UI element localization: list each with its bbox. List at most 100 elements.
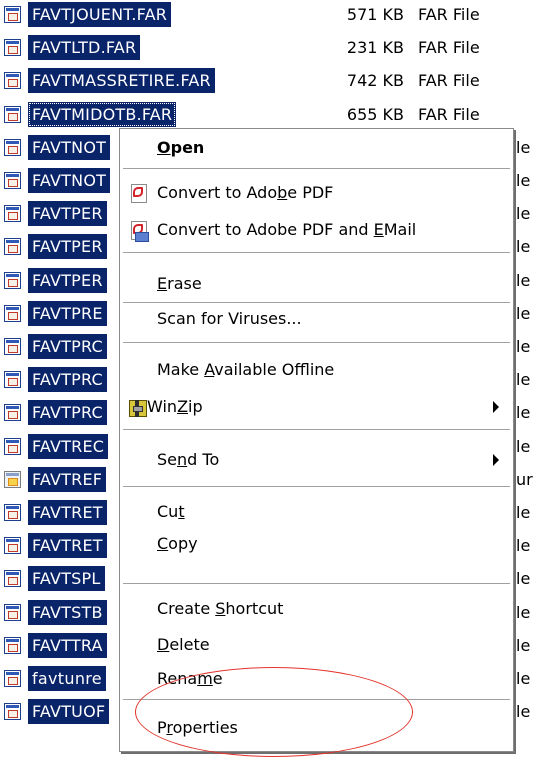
- menu-item-copy[interactable]: Copy: [120, 529, 513, 559]
- file-type: le: [516, 171, 531, 190]
- submenu-arrow-icon: [493, 401, 499, 413]
- file-type: le: [516, 270, 531, 290]
- far-file-icon: [4, 72, 21, 90]
- menu-item-make-available-offline[interactable]: Make Available Offline: [120, 355, 513, 385]
- menu-item-convert-to-pdf-email[interactable]: Convert to Adobe PDF and EMail: [120, 215, 513, 245]
- file-name[interactable]: FAVTPER: [28, 267, 107, 293]
- file-size: 655 KB: [346, 104, 404, 124]
- file-type: FAR File: [418, 38, 480, 58]
- file-name[interactable]: FAVTJOUENT.FAR: [28, 2, 172, 27]
- file-type: le: [516, 536, 531, 556]
- file-name[interactable]: FAVTNOT: [28, 168, 111, 193]
- file-row[interactable]: FAVTJOUENT.FAR 571 KB FAR File: [0, 0, 539, 28]
- menu-item-erase-label: Erase: [157, 274, 202, 293]
- context-menu: Open Convert to Adobe PDF Convert to Ado…: [119, 128, 514, 752]
- file-name[interactable]: FAVTSTB: [28, 599, 107, 625]
- file-name[interactable]: FAVTPRC: [28, 367, 107, 393]
- file-name[interactable]: FAVTTRA: [28, 632, 107, 658]
- menu-item-cut[interactable]: Cut: [120, 497, 513, 527]
- file-name[interactable]: FAVTMASSRETIRE.FAR: [28, 68, 215, 94]
- file-type: le: [516, 237, 531, 257]
- file-type: le: [516, 436, 531, 456]
- file-name[interactable]: FAVTPRE: [28, 300, 107, 326]
- menu-item-scan-for-viruses-label: Scan for Viruses...: [157, 309, 302, 328]
- far-file-icon: [4, 404, 21, 422]
- menu-item-cut-label: Cut: [157, 502, 185, 521]
- menu-item-delete[interactable]: Delete: [120, 630, 513, 660]
- file-name[interactable]: FAVTPER: [28, 201, 107, 227]
- menu-item-convert-to-pdf-email-label: Convert to Adobe PDF and EMail: [157, 220, 417, 239]
- far-file-icon: [4, 504, 21, 521]
- menu-item-erase[interactable]: Erase: [120, 269, 513, 299]
- file-name[interactable]: FAVTPER: [28, 234, 107, 260]
- file-name[interactable]: FAVTRET: [28, 533, 107, 559]
- file-row[interactable]: FAVTMIDOTB.FAR 655 KB FAR File: [0, 100, 539, 128]
- winzip-icon: [128, 398, 148, 418]
- file-name[interactable]: FAVTREF: [28, 466, 107, 492]
- far-file-icon: [4, 138, 21, 156]
- menu-item-open[interactable]: Open: [120, 133, 513, 163]
- file-name[interactable]: FAVTREC: [28, 433, 109, 459]
- far-file-icon: [4, 304, 21, 322]
- file-type: FAR File: [418, 71, 480, 91]
- far-file-icon: [4, 437, 21, 455]
- far-file-icon: [4, 371, 21, 389]
- menu-separator: [123, 699, 510, 700]
- file-type: ur: [516, 469, 533, 489]
- file-type: le: [516, 635, 531, 655]
- file-name[interactable]: FAVTSPL: [28, 566, 105, 592]
- menu-item-rename[interactable]: Rename: [120, 664, 513, 694]
- far-file-icon: [4, 570, 21, 588]
- file-type: FAR File: [418, 5, 480, 24]
- far-file-icon: [4, 205, 21, 223]
- menu-item-winzip-label: WinZip: [147, 397, 203, 416]
- file-size: 571 KB: [346, 5, 404, 24]
- menu-item-convert-to-pdf[interactable]: Convert to Adobe PDF: [120, 178, 513, 208]
- file-name[interactable]: FAVTPRC: [28, 334, 107, 359]
- menu-item-open-label: Open: [157, 138, 205, 157]
- file-type: le: [516, 702, 531, 722]
- file-size: 742 KB: [346, 71, 404, 91]
- menu-item-make-available-offline-label: Make Available Offline: [157, 360, 335, 379]
- menu-item-send-to[interactable]: Send To: [120, 445, 513, 475]
- file-name[interactable]: FAVTUOF: [28, 699, 110, 725]
- file-type: FAR File: [418, 104, 480, 124]
- far-file-icon: [4, 603, 21, 621]
- file-type: le: [516, 503, 531, 522]
- menu-item-copy-label: Copy: [157, 534, 198, 553]
- file-type: le: [516, 137, 531, 157]
- menu-separator: [123, 168, 510, 169]
- menu-separator: [123, 342, 510, 343]
- menu-item-properties-label: Properties: [157, 718, 238, 737]
- menu-item-properties[interactable]: Properties: [120, 713, 513, 743]
- adobe-pdf-email-icon: [128, 221, 149, 242]
- file-name[interactable]: FAVTMIDOTB.FAR: [28, 101, 177, 127]
- menu-item-scan-for-viruses[interactable]: Scan for Viruses...: [120, 296, 513, 328]
- file-type: le: [516, 370, 531, 390]
- file-type: le: [516, 337, 531, 356]
- file-size: 231 KB: [346, 38, 404, 58]
- file-row[interactable]: FAVTLTD.FAR 231 KB FAR File: [0, 33, 539, 61]
- far-file-icon: [4, 703, 21, 721]
- file-name[interactable]: FAVTLTD.FAR: [28, 35, 141, 61]
- far-file-icon: [4, 238, 21, 256]
- file-name[interactable]: FAVTNOT: [28, 134, 111, 160]
- menu-item-delete-label: Delete: [157, 635, 210, 654]
- far-file-icon: [4, 636, 21, 654]
- menu-item-create-shortcut[interactable]: Create Shortcut: [120, 594, 513, 624]
- file-name[interactable]: favtunre: [28, 666, 106, 691]
- far-file-icon: [4, 338, 21, 355]
- far-file-icon: [4, 39, 21, 57]
- menu-separator: [123, 486, 510, 487]
- file-type: le: [516, 569, 531, 589]
- file-type: le: [516, 669, 531, 688]
- menu-item-convert-to-pdf-label: Convert to Adobe PDF: [157, 183, 334, 202]
- file-type: le: [516, 602, 531, 622]
- file-row[interactable]: FAVTMASSRETIRE.FAR 742 KB FAR File: [0, 66, 539, 94]
- menu-item-rename-label: Rename: [157, 669, 223, 688]
- file-name[interactable]: FAVTPRC: [28, 400, 107, 426]
- submenu-arrow-icon: [493, 454, 499, 466]
- file-name[interactable]: FAVTRET: [28, 500, 107, 525]
- menu-item-send-to-label: Send To: [157, 450, 220, 469]
- menu-item-winzip[interactable]: WinZip: [120, 392, 513, 422]
